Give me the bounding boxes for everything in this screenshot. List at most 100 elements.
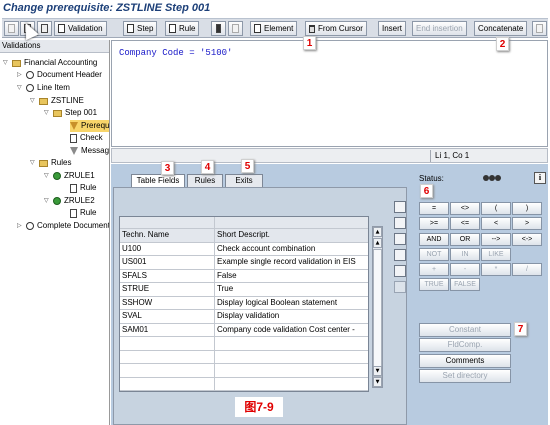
rule-icon	[53, 172, 61, 180]
operator-gt-button[interactable]: >	[512, 217, 542, 230]
tree-node-rules[interactable]: ▽ Rules	[30, 157, 71, 169]
clock-icon	[26, 71, 34, 79]
column-header-short-descript: Short Descript.	[217, 230, 270, 239]
validation-button[interactable]: Validation	[54, 21, 107, 36]
find-icon[interactable]	[394, 249, 406, 261]
find-next-icon[interactable]	[394, 265, 406, 277]
operator-like-button[interactable]: LIKE	[481, 248, 511, 261]
operator-divide-button[interactable]: /	[512, 263, 542, 276]
operator-minus-button[interactable]: -	[450, 263, 480, 276]
table-scrollbar[interactable]: ▲ ▲ ▼ ▼	[372, 226, 383, 388]
callout-4: 4	[201, 160, 214, 174]
concatenate-button[interactable]: Concatenate	[474, 21, 528, 36]
tree-node-zrule2[interactable]: ▽ ZRULE2	[44, 195, 95, 207]
tree-node-zrule1-rule[interactable]: Rule	[70, 182, 96, 194]
scroll-down-icon[interactable]: ▼	[373, 377, 382, 387]
picture-icon[interactable]	[228, 21, 243, 36]
check-icon	[70, 133, 77, 143]
table-row[interactable]: SAM01 Company code validation Cost center…	[120, 323, 368, 337]
folder-icon	[12, 59, 21, 67]
operator-true-button[interactable]: TRUE	[419, 278, 449, 291]
from-cursor-button[interactable]: From Cursor	[305, 21, 367, 36]
figure-label: 图7-9	[235, 397, 283, 417]
callout-2: 2	[496, 37, 509, 51]
tree-node-line-item[interactable]: ▽ Line Item	[17, 82, 70, 94]
table-empty-row	[120, 364, 368, 378]
tree-node-message[interactable]: Message	[70, 145, 109, 157]
delete-icon[interactable]	[37, 21, 52, 36]
operator-not-button[interactable]: NOT	[419, 248, 449, 261]
table-empty-row	[120, 350, 368, 364]
tree-node-check[interactable]: Check	[70, 132, 103, 144]
arrow-icon[interactable]	[394, 281, 406, 293]
tree-node-document-header[interactable]: ▷ Document Header	[17, 69, 102, 81]
filter-icon[interactable]	[394, 217, 406, 229]
fields-table: Techn. Name Short Descript. U100 Check ac…	[119, 216, 369, 392]
tab-exits[interactable]: Exits	[225, 174, 263, 187]
tree-header: Validations	[0, 40, 109, 53]
operator-equals-button[interactable]: =	[419, 202, 449, 215]
scroll-up-icon[interactable]: ▲	[373, 227, 382, 237]
table-row[interactable]: U100 Check account combination	[120, 242, 368, 256]
status-label: Status:	[419, 174, 444, 183]
operator-gte-button[interactable]: >=	[419, 217, 449, 230]
table-row[interactable]: STRUE True	[120, 283, 368, 297]
print-icon[interactable]	[394, 201, 406, 213]
callout-7: 7	[514, 322, 527, 336]
step-button[interactable]: Step	[123, 21, 158, 36]
tree-node-zrule2-rule[interactable]: Rule	[70, 207, 96, 219]
insert-button[interactable]: Insert	[378, 21, 407, 36]
tab-rules[interactable]: Rules	[187, 174, 223, 187]
split-icon[interactable]	[532, 21, 547, 36]
info-icon[interactable]: i	[534, 172, 546, 184]
operator-multiply-button[interactable]: *	[481, 263, 511, 276]
document-icon	[127, 24, 134, 34]
rule-button[interactable]: Rule	[165, 21, 200, 36]
scrollbar-thumb[interactable]	[373, 249, 382, 377]
operator-equivalent-button[interactable]: <->	[512, 233, 542, 246]
clock-icon	[26, 222, 34, 230]
table-row[interactable]: SFALS False	[120, 269, 368, 283]
operator-and-button[interactable]: AND	[419, 233, 449, 246]
set-directory-button[interactable]: Set directory	[419, 369, 511, 383]
folder-icon	[53, 109, 62, 117]
validation-tree: Validations ▽ Financial Accounting ▷ Docum…	[0, 40, 110, 425]
field-comparison-button[interactable]: FldComp.	[419, 338, 511, 352]
scroll-up-icon[interactable]: ▲	[373, 238, 382, 248]
operator-close-paren-button[interactable]: )	[512, 202, 542, 215]
scroll-down-icon[interactable]: ▼	[373, 366, 382, 376]
tree-node-step-001[interactable]: ▽ Step 001	[44, 107, 97, 119]
tree-node-financial-accounting[interactable]: ▽ Financial Accounting	[3, 57, 97, 69]
tab-table-fields[interactable]: Table Fields	[131, 174, 185, 188]
tree-node-prerequisite[interactable]: Prerequisite	[70, 120, 109, 132]
document-icon	[169, 24, 176, 34]
tree-node-zstline[interactable]: ▽ ZSTLINE	[30, 95, 84, 107]
operator-open-paren-button[interactable]: (	[481, 202, 511, 215]
table-row[interactable]: SVAL Display validation	[120, 310, 368, 324]
cursor-position: Li 1, Co 1	[430, 150, 548, 162]
editor-code: Company Code = '5100'	[119, 48, 233, 58]
operator-implies-button[interactable]: -->	[481, 233, 511, 246]
tree-node-zrule1[interactable]: ▽ ZRULE1	[44, 170, 95, 182]
operator-plus-button[interactable]: +	[419, 263, 449, 276]
operator-not-equal-button[interactable]: <>	[450, 202, 480, 215]
element-button[interactable]: Element	[250, 21, 298, 36]
comments-button[interactable]: Comments	[419, 354, 511, 368]
operator-false-button[interactable]: FALSE	[450, 278, 480, 291]
prerequisite-editor[interactable]: Company Code = '5100'	[111, 40, 548, 147]
callout-1: 1	[303, 36, 316, 50]
operator-in-button[interactable]: IN	[450, 248, 480, 261]
table-row[interactable]: SSHOW Display logical Boolean statement	[120, 296, 368, 310]
back-icon[interactable]	[4, 21, 19, 36]
callout-5: 5	[241, 159, 254, 173]
info-icon[interactable]	[211, 21, 226, 36]
end-insertion-button[interactable]: End insertion	[412, 21, 467, 36]
constant-button[interactable]: Constant	[419, 323, 511, 337]
tree-node-complete-document[interactable]: ▷ Complete Document	[17, 220, 109, 232]
wrench-icon[interactable]	[394, 233, 406, 245]
operator-lt-button[interactable]: <	[481, 217, 511, 230]
operator-or-button[interactable]: OR	[450, 233, 480, 246]
table-row[interactable]: US001 Example single record validation in…	[120, 256, 368, 270]
document-icon	[70, 183, 77, 193]
operator-lte-button[interactable]: <=	[450, 217, 480, 230]
